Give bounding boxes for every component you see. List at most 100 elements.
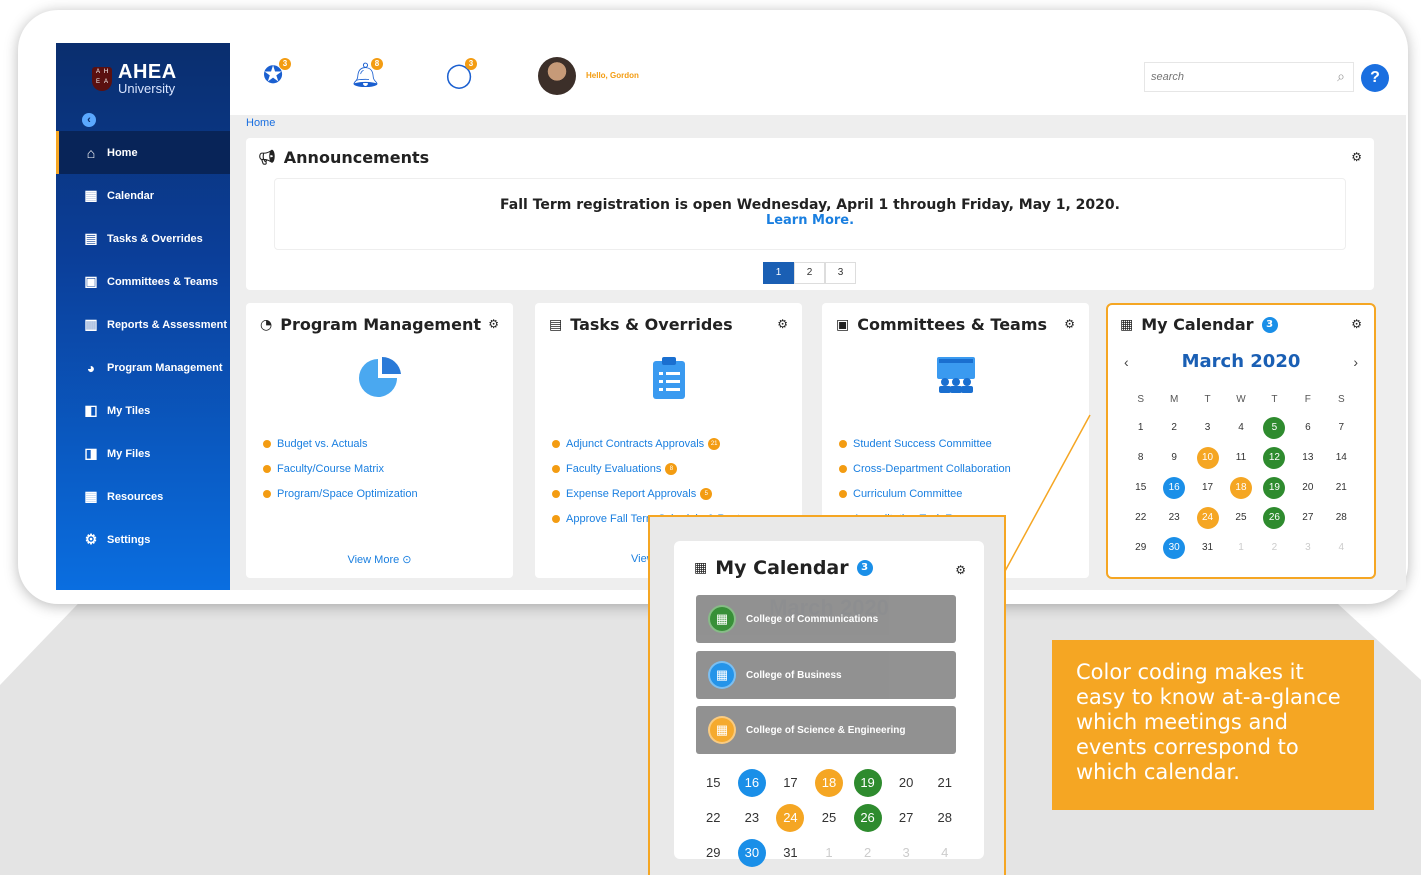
legend-science-engineering[interactable]: ▦ College of Science & Engineering [696,706,956,754]
calendar-day[interactable]: 15 [1124,475,1157,501]
calendar-day[interactable]: 4 [925,837,964,868]
sidebar-item-home[interactable]: ⌂ Home [56,131,230,174]
calendar-day[interactable]: 19 [1258,475,1291,501]
tile-link[interactable]: Program/Space Optimization [263,481,418,506]
tile-link[interactable]: Student Success Committee [839,431,1011,456]
calendar-day[interactable]: 10 [1191,445,1224,471]
calendar-day[interactable]: 3 [1191,415,1224,441]
calendar-day[interactable]: 30 [733,837,772,868]
university-logo[interactable]: A H E A AHEA University [92,59,177,99]
sidebar-item-reports-assessment[interactable]: ▥ Reports & Assessment [56,303,230,346]
sidebar-item-settings[interactable]: ⚙ Settings [56,518,230,561]
calendar-day[interactable]: 18 [810,767,849,798]
calendar-day[interactable]: 20 [887,767,926,798]
calendar-day[interactable]: 15 [694,767,733,798]
calendar-day[interactable]: 6 [1291,415,1324,441]
chat-icon[interactable]: ◯ 3 [444,58,477,91]
calendar-day[interactable]: 21 [1325,475,1358,501]
page-2-button[interactable]: 2 [794,262,825,284]
calendar-day[interactable]: 14 [1325,445,1358,471]
calendar-day[interactable]: 13 [1291,445,1324,471]
calendar-day[interactable]: 3 [1291,535,1324,561]
gear-icon[interactable]: ⚙ [1351,317,1362,331]
calendar-day[interactable]: 29 [694,837,733,868]
calendar-day[interactable]: 17 [1191,475,1224,501]
breadcrumb[interactable]: Home [246,117,275,129]
tile-link[interactable]: Expense Report Approvals 5 [552,481,755,506]
calendar-count-badge[interactable]: 3 [856,560,873,576]
legend-communications[interactable]: ▦ College of Communications [696,595,956,643]
calendar-day[interactable]: 26 [1258,505,1291,531]
bell-icon[interactable]: 🔔︎ 8 [350,58,383,91]
calendar-day[interactable]: 3 [887,837,926,868]
calendar-day[interactable]: 1 [1224,535,1257,561]
calendar-day[interactable]: 4 [1224,415,1257,441]
calendar-day[interactable]: 22 [1124,505,1157,531]
gear-icon[interactable]: ⚙ [488,317,499,331]
prev-month-icon[interactable]: ‹ [1124,354,1129,370]
calendar-day[interactable]: 22 [694,802,733,833]
calendar-day[interactable]: 8 [1124,445,1157,471]
calendar-day[interactable]: 1 [810,837,849,868]
search-input[interactable] [1145,63,1315,91]
sidebar-item-tasks-overrides[interactable]: ▤ Tasks & Overrides [56,217,230,260]
sidebar-item-calendar[interactable]: ▦ Calendar [56,174,230,217]
calendar-day[interactable]: 5 [1258,415,1291,441]
calendar-day[interactable]: 23 [1157,505,1190,531]
calendar-day[interactable]: 2 [848,837,887,868]
sidebar-item-program-management[interactable]: ◕ Program Management [56,346,230,389]
avatar[interactable] [538,57,576,95]
calendar-day[interactable]: 25 [1224,505,1257,531]
sidebar-item-resources[interactable]: ▦ Resources [56,475,230,518]
calendar-day[interactable]: 31 [1191,535,1224,561]
legend-business[interactable]: ▦ College of Business [696,651,956,699]
sidebar-item-my-tiles[interactable]: ◧ My Tiles [56,389,230,432]
page-1-button[interactable]: 1 [763,262,794,284]
page-3-button[interactable]: 3 [825,262,856,284]
calendar-day[interactable]: 2 [1157,415,1190,441]
calendar-day[interactable]: 17 [771,767,810,798]
calendar-day[interactable]: 11 [1224,445,1257,471]
tile-link[interactable]: Budget vs. Actuals [263,431,418,456]
calendar-day[interactable]: 21 [925,767,964,798]
gear-icon[interactable]: ⚙ [777,317,788,331]
calendar-day[interactable]: 4 [1325,535,1358,561]
calendar-day[interactable]: 28 [1325,505,1358,531]
gear-icon[interactable]: ⚙ [1351,150,1362,164]
sidebar-item-my-files[interactable]: ◨ My Files [56,432,230,475]
tile-link[interactable]: Faculty Evaluations 8 [552,456,755,481]
calendar-day[interactable]: 9 [1157,445,1190,471]
calendar-day[interactable]: 19 [848,767,887,798]
calendar-day[interactable]: 16 [1157,475,1190,501]
next-month-icon[interactable]: › [1353,354,1358,370]
tile-link[interactable]: Curriculum Committee [839,481,1011,506]
view-more-link[interactable]: View More ⊙ [246,553,513,566]
calendar-day[interactable]: 18 [1224,475,1257,501]
calendar-day[interactable]: 29 [1124,535,1157,561]
calendar-day[interactable]: 12 [1258,445,1291,471]
tile-link[interactable]: Adjunct Contracts Approvals 21 [552,431,755,456]
award-icon[interactable]: ✪ 3 [258,58,291,91]
calendar-day[interactable]: 25 [810,802,849,833]
gear-icon[interactable]: ⚙ [955,563,966,577]
calendar-day[interactable]: 7 [1325,415,1358,441]
calendar-day[interactable]: 30 [1157,535,1190,561]
help-icon[interactable]: ? [1361,64,1389,92]
tile-link[interactable]: Cross-Department Collaboration [839,456,1011,481]
sidebar-item-committees-teams[interactable]: ▣ Committees & Teams [56,260,230,303]
calendar-day[interactable]: 2 [1258,535,1291,561]
calendar-day[interactable]: 20 [1291,475,1324,501]
calendar-day[interactable]: 27 [1291,505,1324,531]
calendar-day[interactable]: 24 [1191,505,1224,531]
gear-icon[interactable]: ⚙ [1064,317,1075,331]
learn-more-link[interactable]: Learn More. [275,213,1345,228]
calendar-day[interactable]: 26 [848,802,887,833]
search-icon[interactable]: ⌕ [1337,68,1345,85]
calendar-day[interactable]: 28 [925,802,964,833]
calendar-day[interactable]: 23 [733,802,772,833]
tile-link[interactable]: Faculty/Course Matrix [263,456,418,481]
collapse-sidebar-icon[interactable]: ‹ [82,113,96,127]
calendar-day[interactable]: 24 [771,802,810,833]
calendar-day[interactable]: 31 [771,837,810,868]
calendar-day[interactable]: 27 [887,802,926,833]
